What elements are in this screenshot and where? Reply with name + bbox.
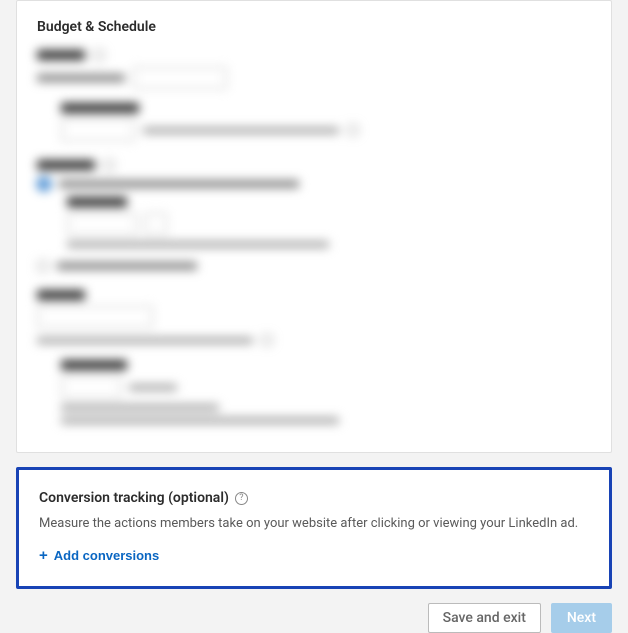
add-conversions-button[interactable]: + Add conversions [39,548,159,563]
conversion-tracking-card: Conversion tracking (optional) ? Measure… [16,467,612,589]
budget-schedule-card: Budget & Schedule [16,0,612,453]
footer-actions: Save and exit Next [16,589,612,633]
add-conversions-label: Add conversions [54,548,159,563]
budget-schedule-blurred-content [37,49,591,424]
conversion-tracking-title: Conversion tracking (optional) [39,490,229,506]
next-button[interactable]: Next [551,603,612,633]
help-icon[interactable]: ? [235,492,248,505]
plus-icon: + [39,548,48,563]
conversion-tracking-description: Measure the actions members take on your… [39,516,589,531]
budget-schedule-title: Budget & Schedule [37,19,591,35]
conversion-title-row: Conversion tracking (optional) ? [39,490,589,506]
save-and-exit-button[interactable]: Save and exit [428,603,541,633]
